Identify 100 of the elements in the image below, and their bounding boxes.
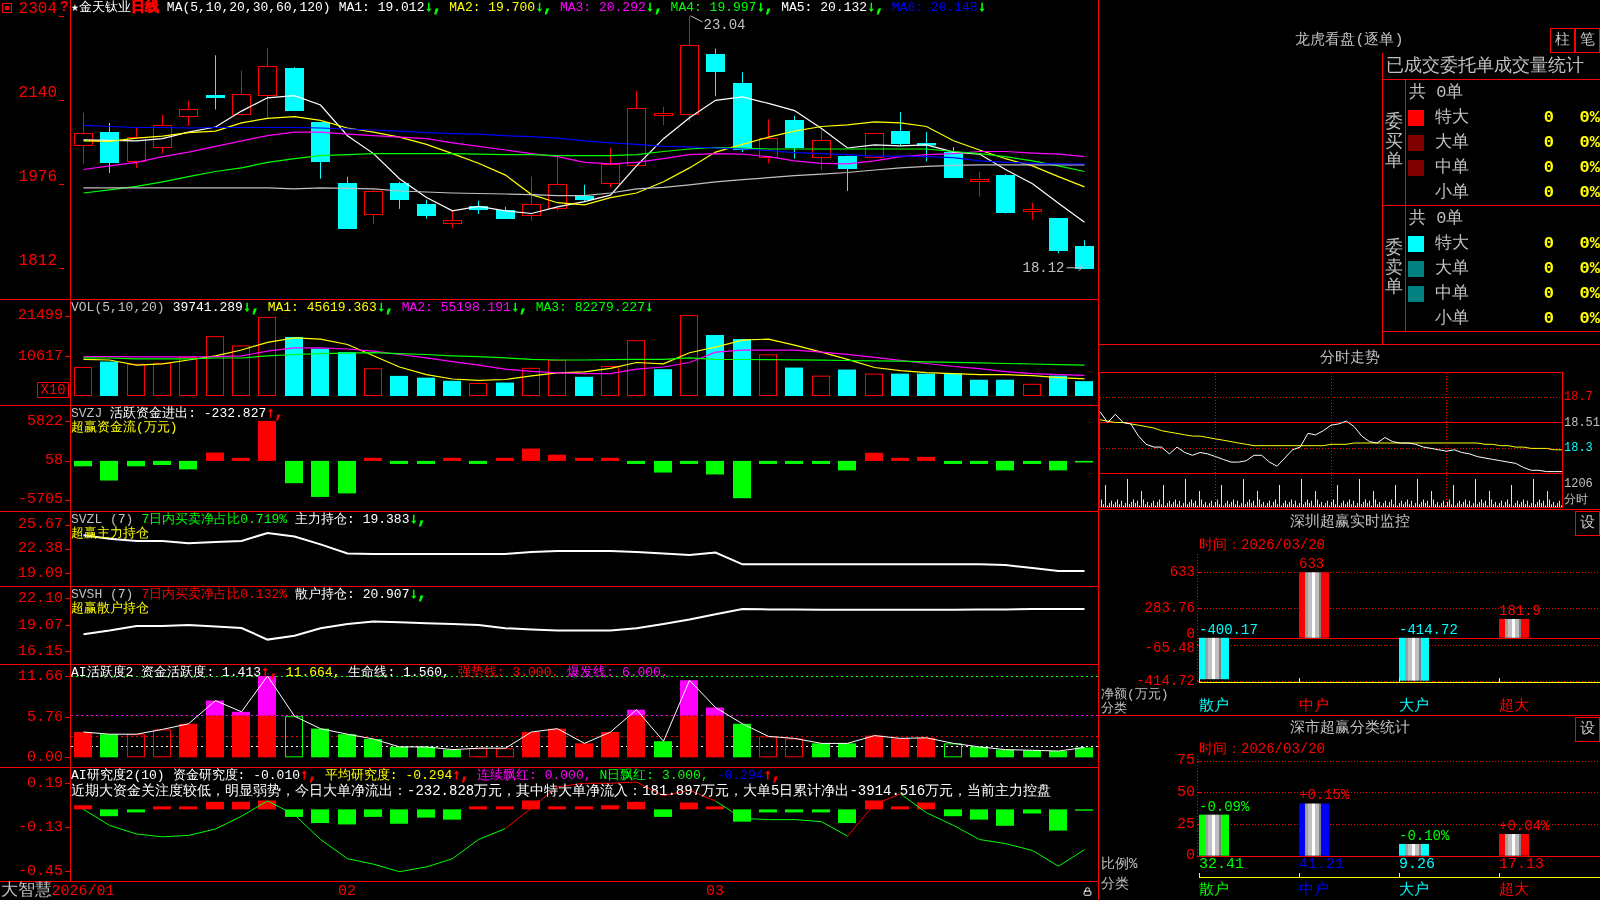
axis-tick-label: 25: [1177, 815, 1195, 833]
axis-tick-label: 2304: [18, 0, 57, 18]
fund-flow-bar: [127, 460, 145, 467]
fund-flow-bar: [891, 457, 909, 461]
legend-text: SVZJ: [71, 406, 103, 421]
fund-flow-bar: [706, 460, 724, 475]
legend-text: MA1: 19.012: [338, 0, 425, 15]
date-label: 2026/01: [51, 882, 115, 900]
legend-text: 活跃资金进出: -232.827: [110, 406, 267, 421]
legend-text: 生命线: 1.560,: [348, 665, 450, 680]
legend-text: ↓,: [867, 0, 884, 15]
order-count: 0: [1543, 182, 1554, 203]
settings-button[interactable]: 设: [1575, 717, 1600, 742]
legend-text: ↑,: [763, 768, 781, 783]
axis-label: 分类: [1101, 700, 1127, 716]
research-bar: [627, 801, 645, 810]
candlestick: [1049, 217, 1068, 254]
fund-flow-bar: [654, 460, 672, 473]
legend-text: MA6: 20.148: [891, 0, 978, 15]
legend-text: -0.294: [716, 768, 764, 783]
price-label: 18.12: [1022, 259, 1065, 276]
legend-text: ↑,: [300, 768, 317, 783]
net-amount-bar: [1499, 618, 1529, 638]
research-bar: [891, 806, 909, 810]
fund-flow-bar: [759, 460, 777, 464]
order-percent: 0%: [1578, 283, 1600, 304]
candlestick: [153, 114, 172, 155]
scale-button[interactable]: X10: [37, 382, 69, 398]
candlestick: [891, 111, 910, 146]
order-count: 0: [1543, 132, 1554, 153]
category-label: 散户: [1199, 697, 1229, 715]
research-bar: [759, 809, 777, 813]
view-toggle-button[interactable]: 笔: [1575, 28, 1600, 53]
fund-flow-bar: [258, 420, 276, 461]
candlestick: [338, 176, 357, 230]
candlestick: [74, 112, 93, 165]
axis-tick-label: 0: [1186, 626, 1195, 643]
fund-flow-bar: [364, 457, 382, 461]
candlestick: [127, 127, 146, 169]
research-bar: [443, 809, 461, 820]
category-label: 大户: [1399, 881, 1429, 899]
axis-tick-label: 18.51: [1564, 415, 1600, 430]
candlestick: [575, 184, 594, 203]
legend-text: ★金天钛业: [71, 0, 131, 15]
candlestick: [232, 70, 251, 117]
data-label: 181.9: [1499, 602, 1541, 619]
unit-label: 分时: [1564, 493, 1588, 507]
order-percent: 0%: [1578, 132, 1600, 153]
axis-tick-label: 19.07: [18, 616, 63, 634]
research-bar: [575, 806, 593, 810]
order-count: 0: [1543, 258, 1554, 279]
legend-text: ↓,: [756, 0, 774, 15]
axis-tick-label: -0.45: [18, 862, 63, 880]
candlestick: [496, 206, 515, 220]
order-size-label: 小单: [1435, 308, 1469, 329]
axis-tick-label: 0.19: [27, 774, 63, 792]
order-percent: 0%: [1578, 182, 1600, 203]
legend-text: MA2: 19.700: [449, 0, 536, 15]
axis-tick-label: 22.10: [18, 589, 63, 607]
candlestick: [785, 115, 804, 160]
legend-text: 主力持仓: 19.383: [295, 512, 410, 527]
legend-text: AI活跃度2: [71, 665, 134, 680]
axis-tick-label: 2140: [18, 83, 57, 102]
axis-tick-label: 0.00: [27, 748, 63, 766]
fund-flow-bar: [812, 460, 830, 464]
order-total: 共 0单: [1409, 208, 1464, 229]
legend-text: ↑,: [261, 665, 278, 680]
order-size-label: 小单: [1435, 182, 1469, 203]
timestamp-text: 时间：2026/03/20: [1199, 537, 1325, 553]
activity-bar: [680, 680, 698, 716]
candlestick: [706, 48, 725, 97]
legend-text: 7日内买卖净占比0.132%: [141, 587, 288, 602]
net-amount-bar: [1199, 637, 1229, 680]
legend-text: MA3: 82279.227: [535, 300, 645, 315]
research-bar: [417, 809, 435, 818]
candlestick: [390, 181, 409, 210]
leader-line: [690, 15, 703, 23]
fund-flow-bar: [179, 460, 197, 470]
order-count: 0: [1543, 308, 1554, 329]
help-mark[interactable]: ?: [60, 0, 69, 15]
order-size-label: 中单: [1435, 283, 1469, 304]
candlestick: [654, 106, 673, 126]
legend-text: ↓,: [376, 300, 394, 315]
square-icon[interactable]: [2, 3, 12, 13]
panel-title: 分时走势: [1319, 349, 1380, 368]
legend-text: 连续飘红: 0.000,: [477, 768, 592, 783]
fund-flow-bar: [206, 452, 224, 461]
legend-text: 11.664,: [285, 665, 341, 680]
order-size-label: 中单: [1435, 157, 1469, 178]
axis-tick-label: 18.3: [1564, 441, 1593, 456]
change-label: +0.15%: [1299, 787, 1350, 804]
legend-text: ↓,: [645, 0, 663, 15]
settings-button[interactable]: 设: [1575, 511, 1600, 536]
view-toggle-button[interactable]: 柱: [1550, 28, 1575, 53]
candlestick: [1023, 202, 1042, 221]
fund-flow-bar: [548, 454, 566, 461]
fund-flow-bar: [733, 460, 751, 499]
research-bar: [285, 809, 303, 817]
axis-tick-label: 25.67: [18, 516, 63, 534]
fund-flow-bar: [232, 457, 250, 461]
